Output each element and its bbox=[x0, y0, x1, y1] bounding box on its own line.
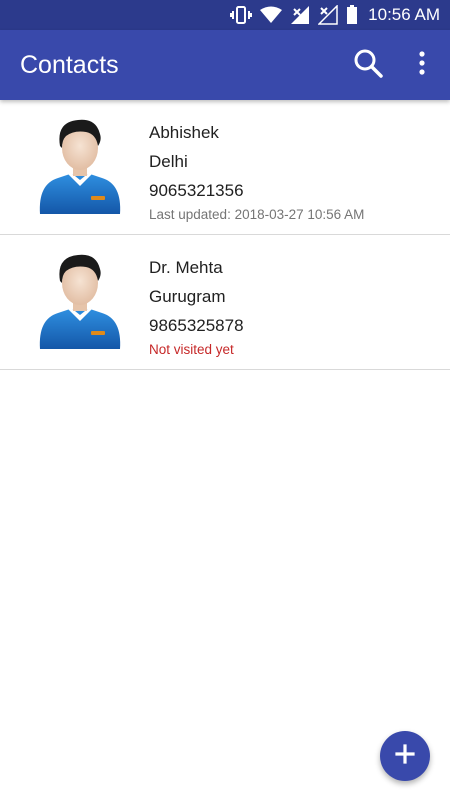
contact-phone: 9065321356 bbox=[149, 181, 244, 200]
add-contact-button[interactable] bbox=[380, 731, 430, 781]
wifi-icon bbox=[260, 0, 283, 30]
more-vert-icon bbox=[418, 50, 426, 80]
overflow-menu-button[interactable] bbox=[398, 41, 446, 89]
status-time: 10:56 AM bbox=[368, 5, 440, 24]
search-button[interactable] bbox=[344, 41, 392, 89]
status-bar: 10:56 AM bbox=[0, 0, 450, 30]
avatar bbox=[36, 251, 124, 351]
list-item[interactable]: Dr. Mehta Gurugram 9865325878 Not visite… bbox=[0, 235, 450, 370]
contact-list: Abhishek Delhi 9065321356 Last updated: … bbox=[0, 100, 450, 370]
contact-phone: 9865325878 bbox=[149, 316, 244, 335]
vibrate-icon bbox=[230, 0, 253, 30]
app-bar: Contacts bbox=[0, 30, 450, 100]
list-item[interactable]: Abhishek Delhi 9065321356 Last updated: … bbox=[0, 100, 450, 235]
avatar bbox=[36, 116, 124, 216]
page-title: Contacts bbox=[20, 50, 119, 79]
contact-name: Dr. Mehta bbox=[149, 258, 223, 277]
signal-icon bbox=[290, 0, 310, 30]
contact-status: Not visited yet bbox=[149, 342, 234, 357]
add-icon bbox=[395, 743, 415, 769]
contact-name: Abhishek bbox=[149, 123, 219, 142]
signal-no-service-icon bbox=[318, 0, 338, 30]
battery-icon bbox=[346, 0, 358, 30]
search-icon bbox=[352, 47, 384, 84]
contact-city: Gurugram bbox=[149, 287, 226, 306]
contact-city: Delhi bbox=[149, 152, 188, 171]
contact-status: Last updated: 2018-03-27 10:56 AM bbox=[149, 207, 365, 222]
